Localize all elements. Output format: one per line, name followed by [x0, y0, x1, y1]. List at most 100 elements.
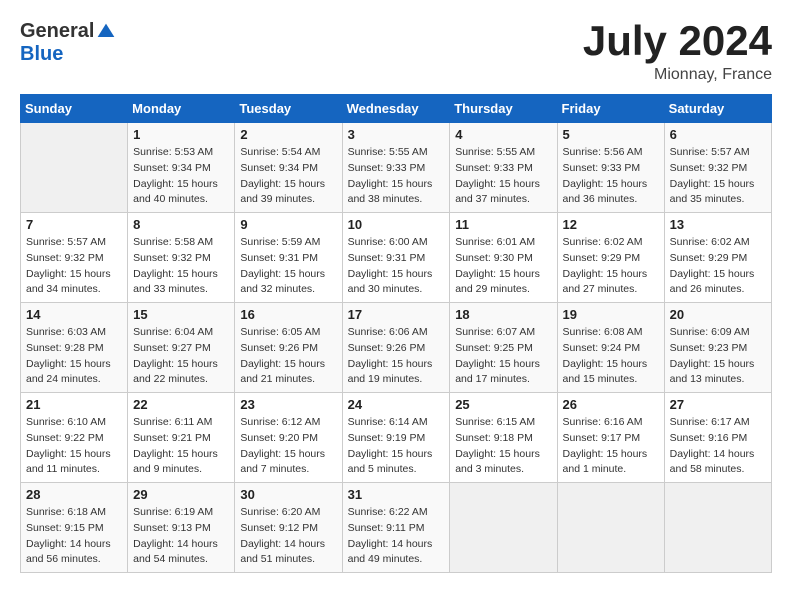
day-number: 21 — [26, 397, 122, 412]
calendar-cell: 28 Sunrise: 6:18 AM Sunset: 9:15 PM Dayli… — [21, 483, 128, 573]
calendar-cell: 10 Sunrise: 6:00 AM Sunset: 9:31 PM Dayli… — [342, 213, 450, 303]
location-subtitle: Mionnay, France — [583, 66, 772, 84]
calendar-row-3: 14Sunrise: 6:03 AM Sunset: 9:28 PM Dayli… — [21, 303, 772, 393]
calendar-cell: 29 Sunrise: 6:19 AM Sunset: 9:13 PM Dayli… — [128, 483, 235, 573]
day-info: Sunrise: 6:16 AM Sunset: 9:17 PM Dayligh… — [563, 415, 659, 478]
day-number: 20 — [670, 307, 766, 322]
calendar-row-2: 7Sunrise: 5:57 AM Sunset: 9:32 PM Daylig… — [21, 213, 772, 303]
day-number: 18 — [455, 307, 551, 322]
calendar-cell: 3Sunrise: 5:55 AM Sunset: 9:33 PM Daylig… — [342, 123, 450, 213]
calendar-cell: 17 Sunrise: 6:06 AM Sunset: 9:26 PM Dayli… — [342, 303, 450, 393]
logo: General Blue — [20, 20, 116, 66]
header-day-monday: Monday — [128, 95, 235, 123]
day-info: Sunrise: 6:07 AM Sunset: 9:25 PM Dayligh… — [455, 325, 551, 388]
calendar-cell: 30Sunrise: 6:20 AM Sunset: 9:12 PM Dayli… — [235, 483, 342, 573]
day-number: 12 — [563, 217, 659, 232]
page-header: General Blue July 2024 Mionnay, France — [20, 20, 772, 84]
calendar-cell: 18 Sunrise: 6:07 AM Sunset: 9:25 PM Dayli… — [450, 303, 557, 393]
calendar-cell: 14Sunrise: 6:03 AM Sunset: 9:28 PM Dayli… — [21, 303, 128, 393]
day-number: 26 — [563, 397, 659, 412]
calendar-cell: 12 Sunrise: 6:02 AM Sunset: 9:29 PM Dayli… — [557, 213, 664, 303]
calendar-cell: 20 Sunrise: 6:09 AM Sunset: 9:23 PM Dayli… — [664, 303, 771, 393]
day-number: 24 — [348, 397, 445, 412]
calendar-cell: 7Sunrise: 5:57 AM Sunset: 9:32 PM Daylig… — [21, 213, 128, 303]
header-day-wednesday: Wednesday — [342, 95, 450, 123]
calendar-cell: 27 Sunrise: 6:17 AM Sunset: 9:16 PM Dayli… — [664, 393, 771, 483]
day-number: 9 — [240, 217, 336, 232]
day-number: 22 — [133, 397, 229, 412]
day-number: 6 — [670, 127, 766, 142]
header-row: SundayMondayTuesdayWednesdayThursdayFrid… — [21, 95, 772, 123]
day-info: Sunrise: 5:57 AM Sunset: 9:32 PM Dayligh… — [670, 145, 766, 208]
day-number: 19 — [563, 307, 659, 322]
calendar-cell — [21, 123, 128, 213]
day-number: 13 — [670, 217, 766, 232]
calendar-cell: 2 Sunrise: 5:54 AM Sunset: 9:34 PM Daylig… — [235, 123, 342, 213]
day-info: Sunrise: 5:58 AM Sunset: 9:32 PM Dayligh… — [133, 235, 229, 298]
calendar-cell: 23 Sunrise: 6:12 AM Sunset: 9:20 PM Dayli… — [235, 393, 342, 483]
day-info: Sunrise: 6:02 AM Sunset: 9:29 PM Dayligh… — [563, 235, 659, 298]
day-info: Sunrise: 5:54 AM Sunset: 9:34 PM Dayligh… — [240, 145, 336, 208]
calendar-cell: 21Sunrise: 6:10 AM Sunset: 9:22 PM Dayli… — [21, 393, 128, 483]
day-number: 28 — [26, 487, 122, 502]
day-info: Sunrise: 6:09 AM Sunset: 9:23 PM Dayligh… — [670, 325, 766, 388]
day-info: Sunrise: 6:00 AM Sunset: 9:31 PM Dayligh… — [348, 235, 445, 298]
calendar-cell: 22 Sunrise: 6:11 AM Sunset: 9:21 PM Dayli… — [128, 393, 235, 483]
day-number: 31 — [348, 487, 445, 502]
day-info: Sunrise: 6:22 AM Sunset: 9:11 PM Dayligh… — [348, 505, 445, 568]
calendar-cell: 11 Sunrise: 6:01 AM Sunset: 9:30 PM Dayli… — [450, 213, 557, 303]
day-number: 16 — [240, 307, 336, 322]
day-info: Sunrise: 5:55 AM Sunset: 9:33 PM Dayligh… — [348, 145, 445, 208]
day-number: 11 — [455, 217, 551, 232]
day-number: 5 — [563, 127, 659, 142]
calendar-cell: 26 Sunrise: 6:16 AM Sunset: 9:17 PM Dayli… — [557, 393, 664, 483]
logo-blue-text: Blue — [20, 43, 63, 66]
calendar-cell: 1Sunrise: 5:53 AM Sunset: 9:34 PM Daylig… — [128, 123, 235, 213]
day-info: Sunrise: 5:55 AM Sunset: 9:33 PM Dayligh… — [455, 145, 551, 208]
day-info: Sunrise: 6:06 AM Sunset: 9:26 PM Dayligh… — [348, 325, 445, 388]
day-number: 10 — [348, 217, 445, 232]
day-number: 4 — [455, 127, 551, 142]
header-day-saturday: Saturday — [664, 95, 771, 123]
title-section: July 2024 Mionnay, France — [583, 20, 772, 84]
day-number: 29 — [133, 487, 229, 502]
day-number: 1 — [133, 127, 229, 142]
day-info: Sunrise: 6:19 AM Sunset: 9:13 PM Dayligh… — [133, 505, 229, 568]
calendar-cell: 6 Sunrise: 5:57 AM Sunset: 9:32 PM Daylig… — [664, 123, 771, 213]
calendar-table: SundayMondayTuesdayWednesdayThursdayFrid… — [20, 94, 772, 573]
logo-icon — [96, 22, 116, 42]
month-title: July 2024 — [583, 20, 772, 62]
day-info: Sunrise: 6:14 AM Sunset: 9:19 PM Dayligh… — [348, 415, 445, 478]
day-info: Sunrise: 6:11 AM Sunset: 9:21 PM Dayligh… — [133, 415, 229, 478]
day-info: Sunrise: 5:56 AM Sunset: 9:33 PM Dayligh… — [563, 145, 659, 208]
day-info: Sunrise: 6:04 AM Sunset: 9:27 PM Dayligh… — [133, 325, 229, 388]
day-number: 17 — [348, 307, 445, 322]
header-day-thursday: Thursday — [450, 95, 557, 123]
calendar-cell: 5 Sunrise: 5:56 AM Sunset: 9:33 PM Daylig… — [557, 123, 664, 213]
day-number: 8 — [133, 217, 229, 232]
calendar-row-4: 21Sunrise: 6:10 AM Sunset: 9:22 PM Dayli… — [21, 393, 772, 483]
day-info: Sunrise: 6:05 AM Sunset: 9:26 PM Dayligh… — [240, 325, 336, 388]
day-number: 15 — [133, 307, 229, 322]
calendar-cell: 16 Sunrise: 6:05 AM Sunset: 9:26 PM Dayli… — [235, 303, 342, 393]
header-day-friday: Friday — [557, 95, 664, 123]
day-info: Sunrise: 6:08 AM Sunset: 9:24 PM Dayligh… — [563, 325, 659, 388]
calendar-cell: 4 Sunrise: 5:55 AM Sunset: 9:33 PM Daylig… — [450, 123, 557, 213]
calendar-cell: 8 Sunrise: 5:58 AM Sunset: 9:32 PM Daylig… — [128, 213, 235, 303]
day-number: 25 — [455, 397, 551, 412]
calendar-cell — [664, 483, 771, 573]
day-info: Sunrise: 6:17 AM Sunset: 9:16 PM Dayligh… — [670, 415, 766, 478]
day-number: 30 — [240, 487, 336, 502]
day-info: Sunrise: 6:12 AM Sunset: 9:20 PM Dayligh… — [240, 415, 336, 478]
calendar-cell: 24 Sunrise: 6:14 AM Sunset: 9:19 PM Dayli… — [342, 393, 450, 483]
day-info: Sunrise: 6:15 AM Sunset: 9:18 PM Dayligh… — [455, 415, 551, 478]
day-info: Sunrise: 6:18 AM Sunset: 9:15 PM Dayligh… — [26, 505, 122, 568]
day-number: 27 — [670, 397, 766, 412]
calendar-cell — [557, 483, 664, 573]
calendar-row-5: 28 Sunrise: 6:18 AM Sunset: 9:15 PM Dayli… — [21, 483, 772, 573]
day-number: 23 — [240, 397, 336, 412]
day-number: 2 — [240, 127, 336, 142]
day-info: Sunrise: 6:01 AM Sunset: 9:30 PM Dayligh… — [455, 235, 551, 298]
header-day-sunday: Sunday — [21, 95, 128, 123]
calendar-cell — [450, 483, 557, 573]
